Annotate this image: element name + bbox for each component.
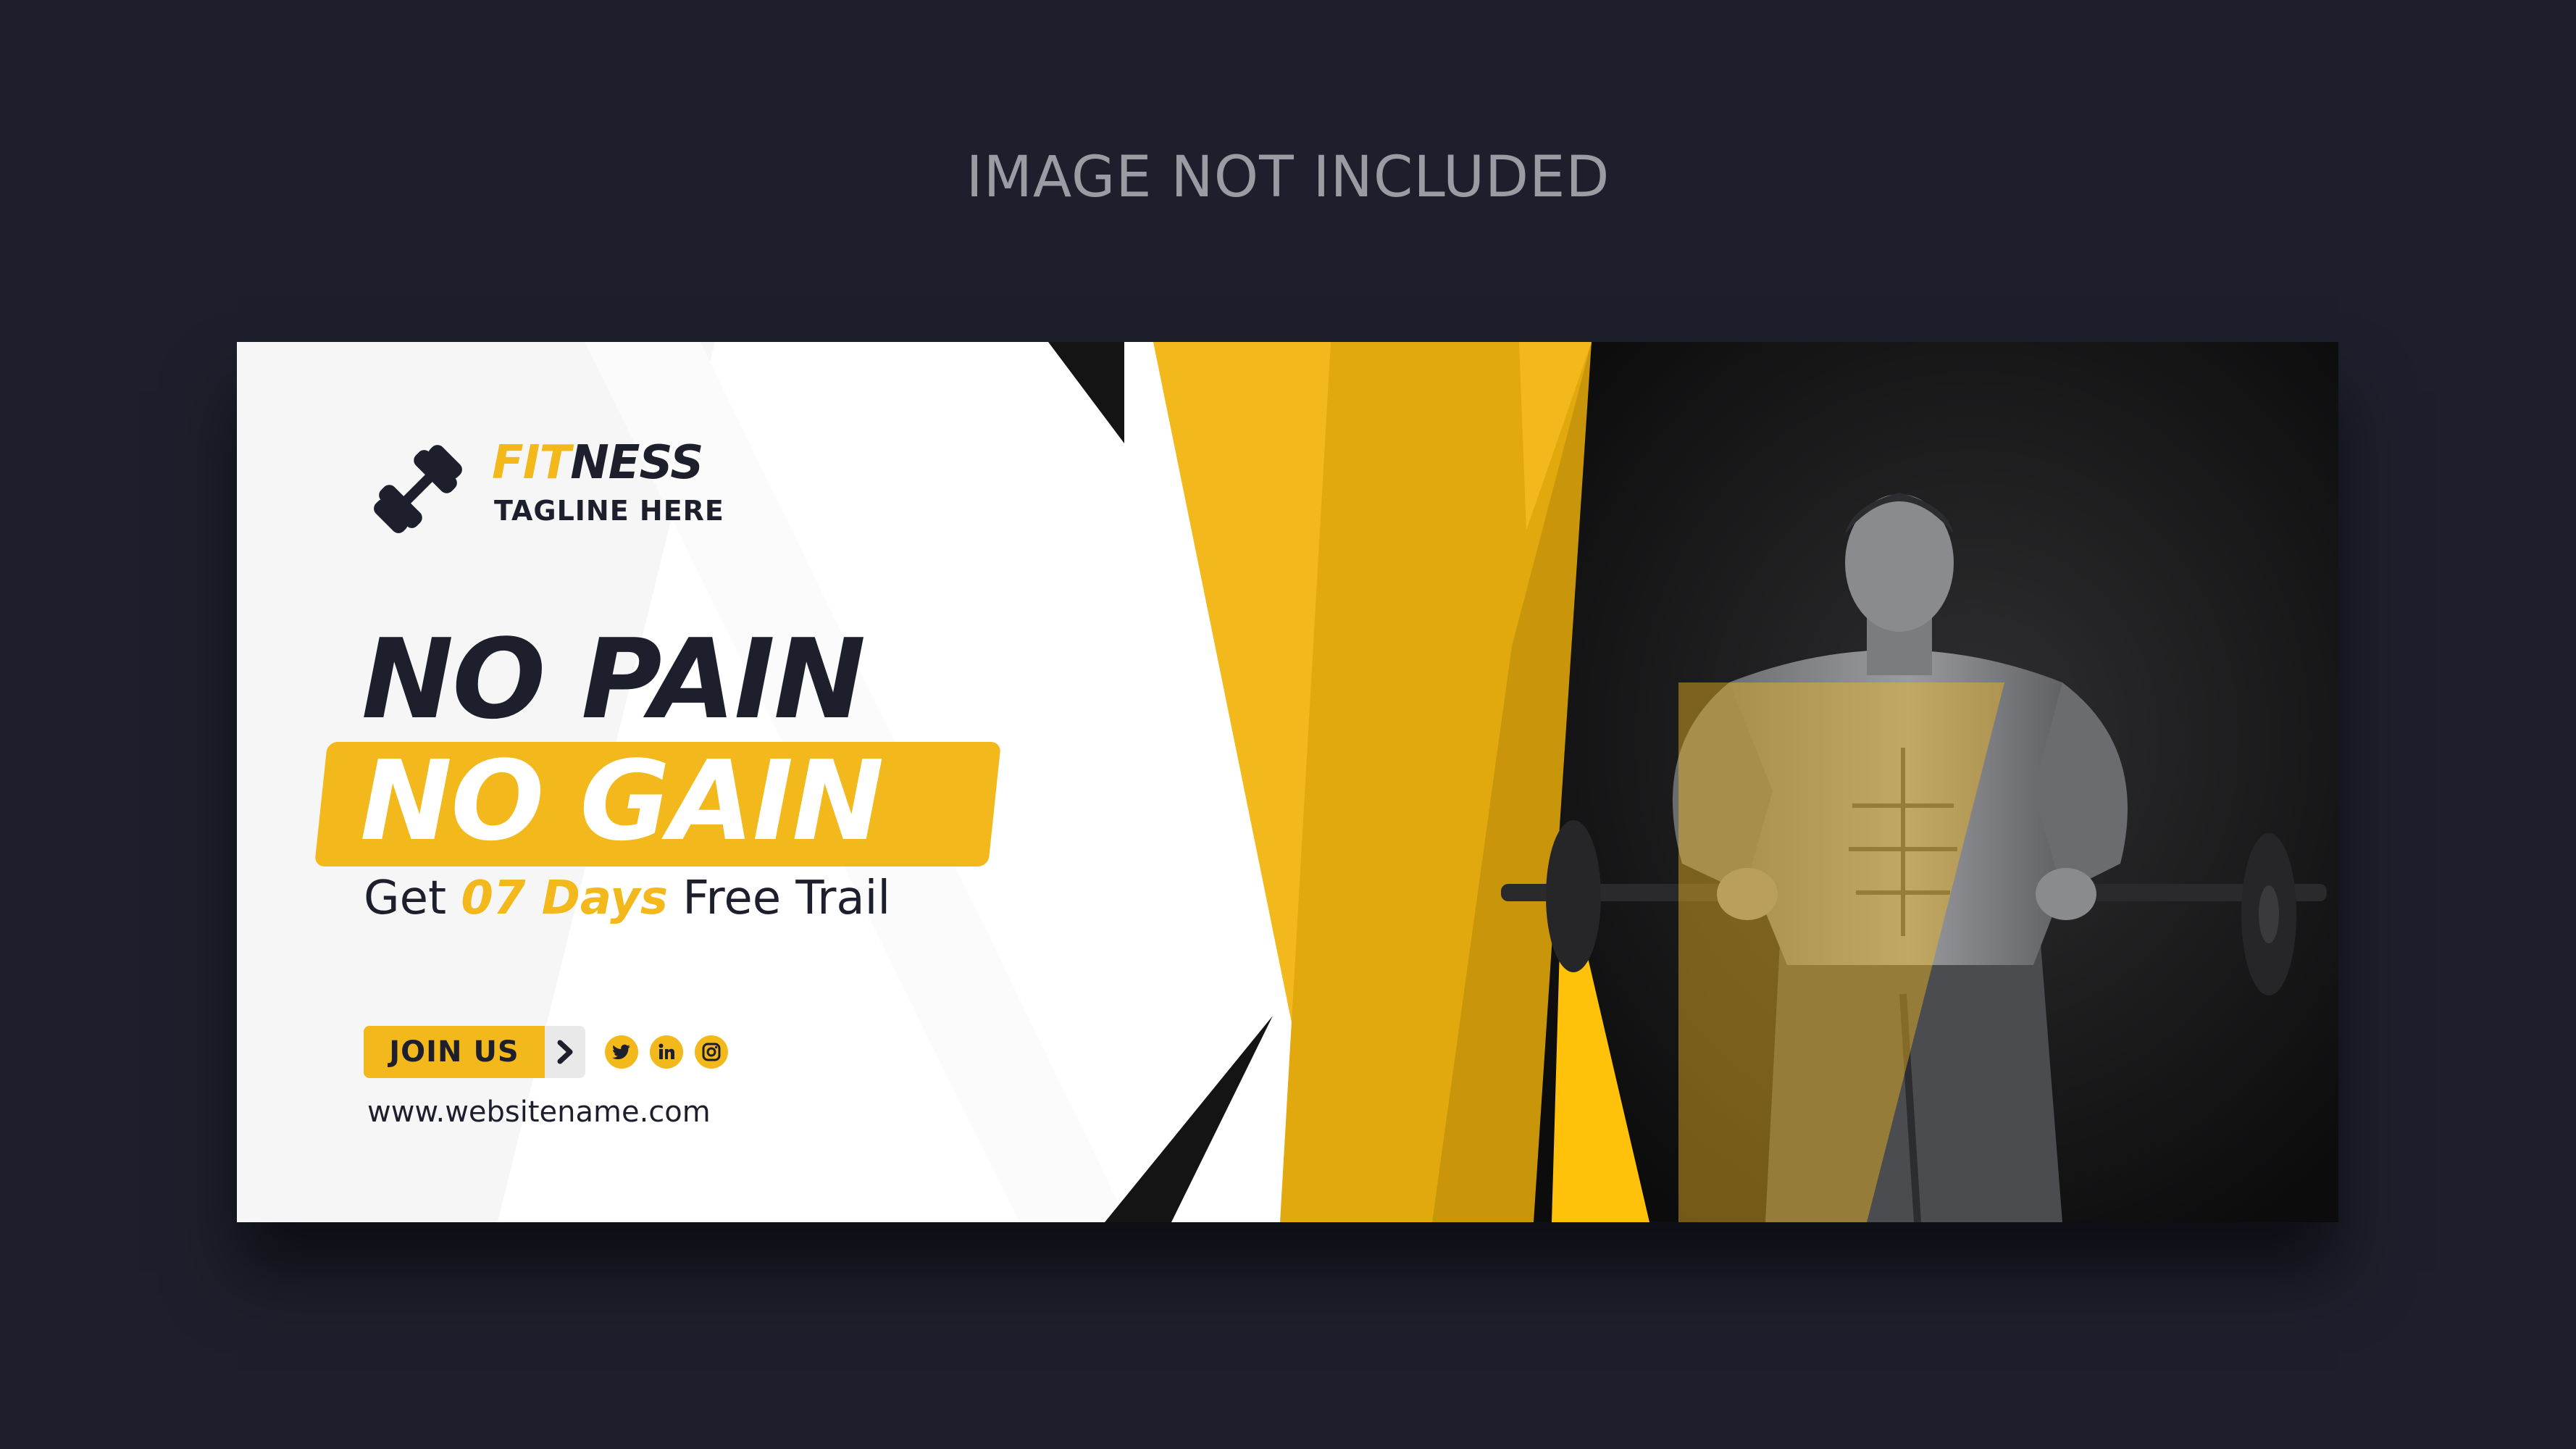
twitter-link[interactable] bbox=[605, 1035, 638, 1069]
dumbbell-icon bbox=[374, 445, 462, 533]
brand-tagline: TAGLINE HERE bbox=[494, 495, 724, 527]
instagram-icon bbox=[702, 1043, 721, 1061]
offer-prefix: Get bbox=[364, 872, 461, 925]
offer-text: Get 07 Days Free Trail bbox=[364, 875, 890, 922]
linkedin-icon bbox=[658, 1043, 674, 1059]
instagram-link[interactable] bbox=[695, 1035, 728, 1069]
brand-name-part-1: FIT bbox=[492, 436, 571, 490]
linkedin-link[interactable] bbox=[650, 1035, 683, 1069]
image-not-included-notice: IMAGE NOT INCLUDED bbox=[966, 145, 1610, 210]
offer-highlight: 07 Days bbox=[461, 872, 668, 925]
chevron-right-icon bbox=[557, 1040, 573, 1064]
brand-name: FITNESS bbox=[492, 440, 703, 486]
headline-line-2: NO GAIN bbox=[360, 737, 885, 865]
twitter-icon bbox=[612, 1044, 630, 1060]
headline-line-1: NO PAIN bbox=[361, 615, 866, 743]
fitness-banner: FITNESS TAGLINE HERE NO PAIN NO GAIN Get… bbox=[237, 342, 2338, 1222]
offer-suffix: Free Trail bbox=[667, 872, 891, 925]
join-us-button[interactable]: JOIN US bbox=[364, 1026, 545, 1078]
website-url[interactable]: www.websitename.com bbox=[367, 1098, 711, 1127]
join-us-arrow-button[interactable] bbox=[545, 1026, 585, 1078]
brand-name-part-2: NESS bbox=[570, 436, 703, 490]
